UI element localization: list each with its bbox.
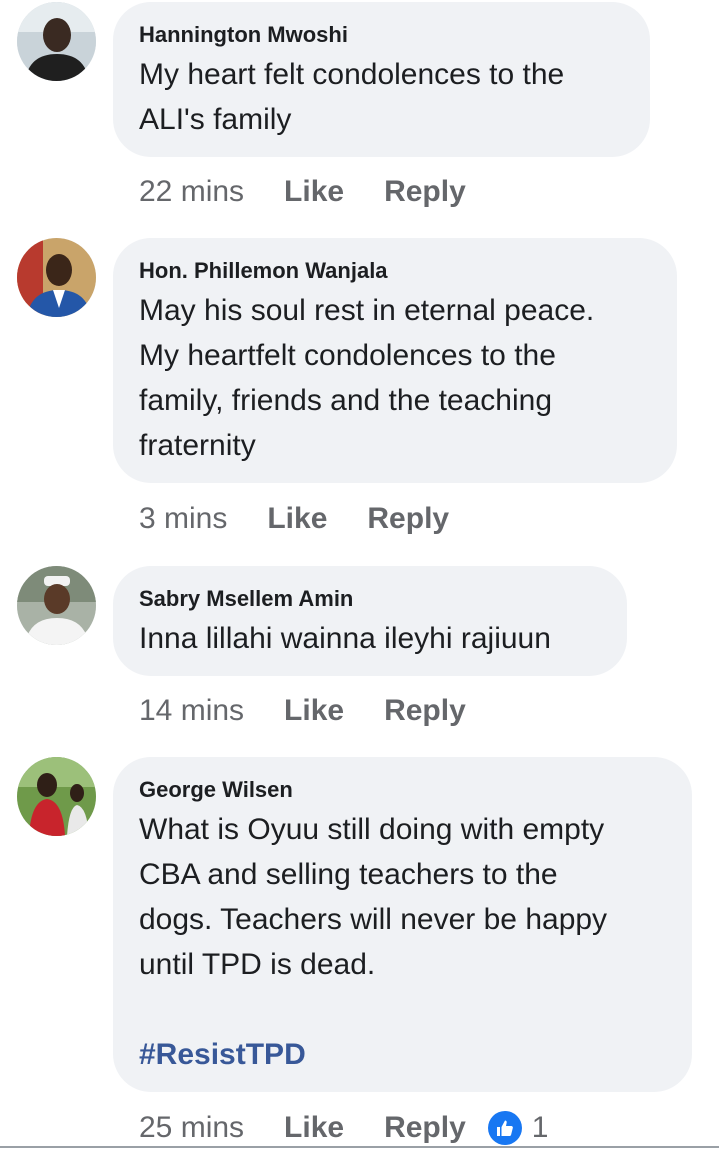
comment-author[interactable]: Hannington Mwoshi — [139, 20, 624, 50]
comment-author[interactable]: Sabry Msellem Amin — [139, 584, 601, 614]
comment-actions: 3 mins Like Reply — [139, 497, 449, 541]
comment-bubble: George Wilsen What is Oyuu still doing w… — [113, 757, 692, 1092]
comment-actions: 22 mins Like Reply — [139, 170, 466, 214]
comment-text: What is Oyuu still doing with empty CBA … — [139, 813, 608, 981]
divider — [0, 1146, 719, 1148]
reaction-summary[interactable]: 1 — [487, 1111, 549, 1145]
reaction-count: 1 — [531, 1111, 549, 1144]
reply-button[interactable]: Reply — [367, 502, 449, 536]
comment-bubble: Hannington Mwoshi My heart felt condolen… — [113, 2, 650, 157]
comment-text: My heart felt condolences to the ALI's f… — [139, 58, 565, 136]
reply-button[interactable]: Reply — [384, 1111, 466, 1145]
comment-text: May his soul rest in eternal peace. My h… — [139, 294, 595, 462]
like-button[interactable]: Like — [284, 175, 344, 209]
comment-bubble: Sabry Msellem Amin Inna lillahi wainna i… — [113, 566, 627, 676]
comment-timestamp[interactable]: 3 mins — [139, 502, 227, 536]
comment-timestamp[interactable]: 22 mins — [139, 175, 244, 209]
comment-timestamp[interactable]: 14 mins — [139, 694, 244, 728]
like-button[interactable]: Like — [284, 694, 344, 728]
comment-bubble: Hon. Phillemon Wanjala May his soul rest… — [113, 238, 677, 483]
comment-author[interactable]: Hon. Phillemon Wanjala — [139, 256, 651, 286]
comment-timestamp[interactable]: 25 mins — [139, 1111, 244, 1145]
avatar[interactable] — [17, 566, 96, 645]
avatar[interactable] — [17, 2, 96, 81]
like-button[interactable]: Like — [284, 1111, 344, 1145]
comment-text: Inna lillahi wainna ileyhi rajiuun — [139, 622, 551, 655]
reply-button[interactable]: Reply — [384, 694, 466, 728]
comment-actions: 14 mins Like Reply — [139, 689, 466, 733]
comment-actions: 25 mins Like Reply 1 — [139, 1106, 548, 1150]
avatar[interactable] — [17, 238, 96, 317]
comment-author[interactable]: George Wilsen — [139, 775, 666, 805]
reply-button[interactable]: Reply — [384, 175, 466, 209]
avatar[interactable] — [17, 757, 96, 836]
like-button[interactable]: Like — [267, 502, 327, 536]
hashtag-link[interactable]: #ResistTPD — [139, 1032, 666, 1077]
like-icon — [487, 1111, 522, 1145]
